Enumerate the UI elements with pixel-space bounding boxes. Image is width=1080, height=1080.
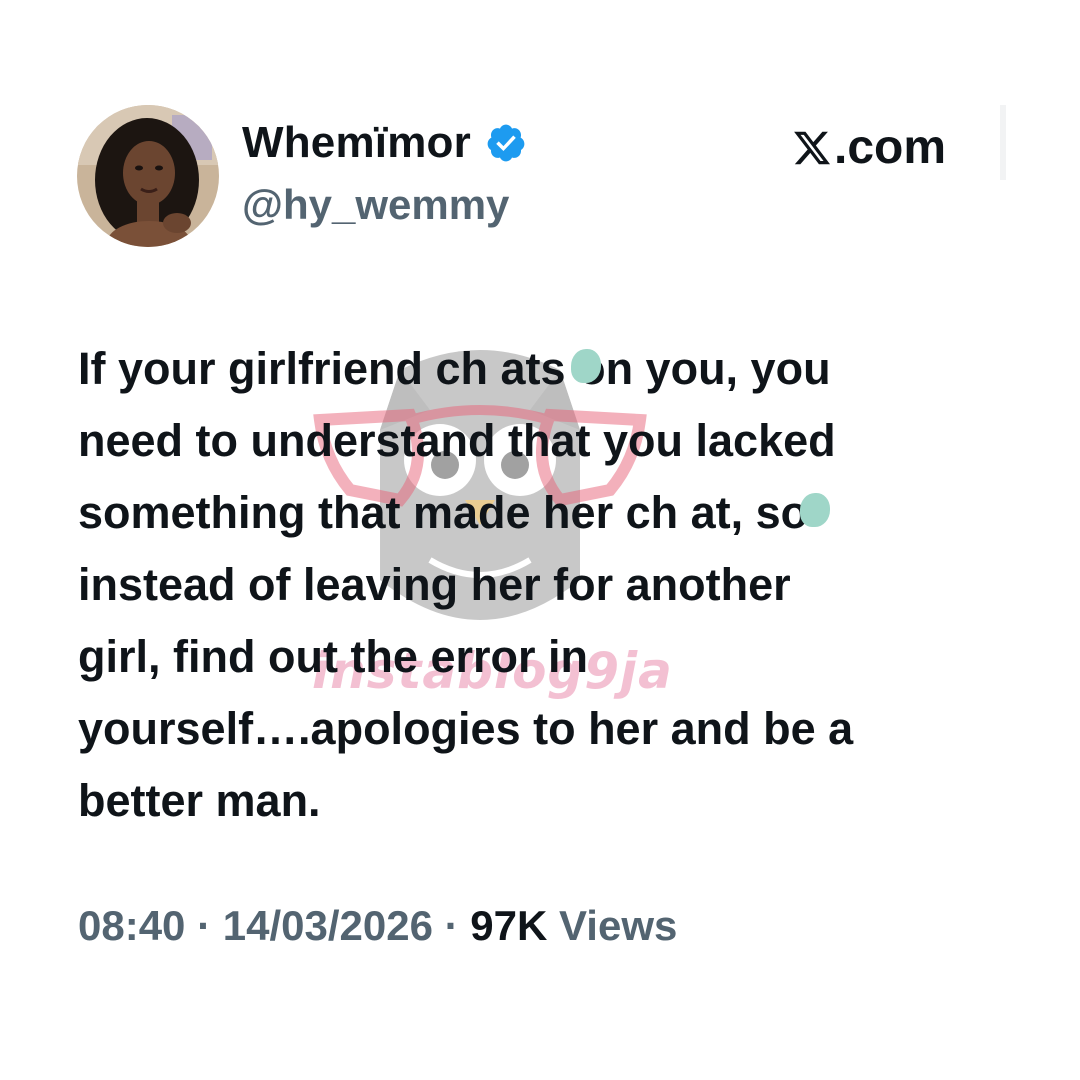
display-name[interactable]: Whemïmor — [242, 121, 471, 165]
censor-blot — [571, 349, 601, 383]
display-name-row: Whemïmor — [242, 121, 527, 165]
tweet-meta: 08:40 · 14/03/2026 · 97K Views — [78, 905, 677, 947]
censor-blot — [800, 493, 830, 527]
meta-separator: · — [185, 902, 223, 949]
verified-badge-icon — [487, 124, 525, 162]
edge-divider — [1000, 105, 1006, 180]
x-logo-icon — [794, 131, 831, 165]
tweet-time[interactable]: 08:40 — [78, 902, 185, 949]
tweet-text: If your girlfriend ch ats on you, you ne… — [78, 343, 854, 826]
tweet-date[interactable]: 14/03/2026 — [223, 902, 433, 949]
user-handle[interactable]: @hy_wemmy — [242, 184, 509, 226]
brand-label: .com — [792, 124, 946, 172]
meta-separator: · — [432, 902, 471, 949]
brand-domain: .com — [834, 121, 947, 174]
avatar[interactable] — [77, 105, 219, 247]
views-label: Views — [559, 902, 678, 949]
avatar-image — [77, 105, 219, 247]
views-count: 97K — [470, 902, 548, 949]
